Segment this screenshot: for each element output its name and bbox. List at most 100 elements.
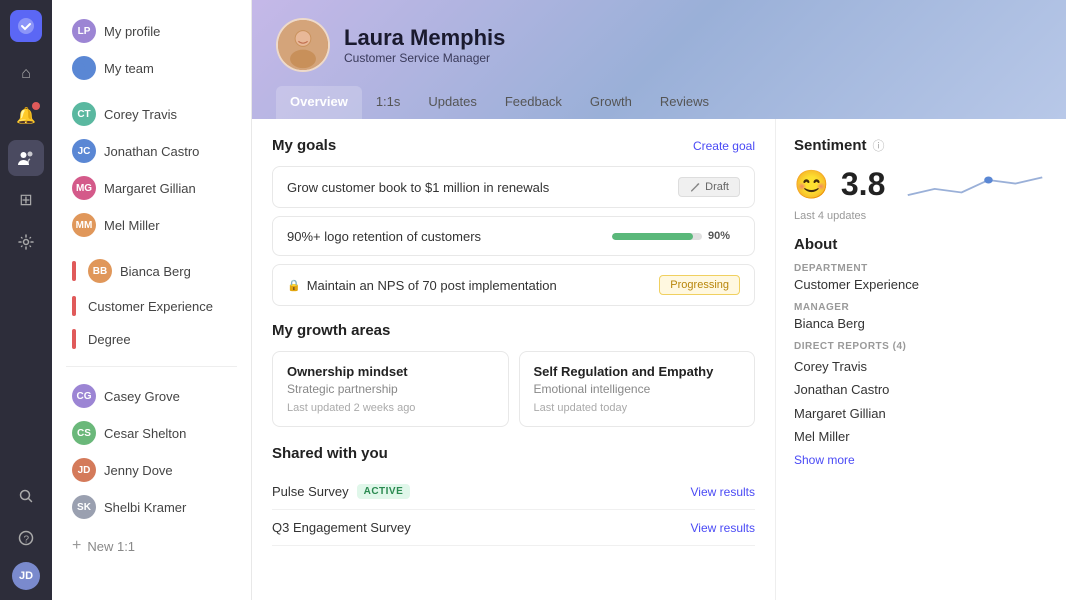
- profile-avatar: [276, 18, 330, 72]
- sidebar: LP My profile My team CT Corey Travis JC…: [52, 0, 252, 600]
- shelbi-kramer-label: Shelbi Kramer: [104, 500, 186, 515]
- sidebar-item-customer-experience[interactable]: Customer Experience: [58, 290, 245, 322]
- goal-text-nps: Maintain an NPS of 70 post implementatio…: [307, 278, 660, 293]
- direct-reports-label: DIRECT REPORTS (4): [794, 341, 1048, 352]
- show-more-button[interactable]: Show more: [794, 453, 855, 467]
- jonathan-castro-avatar: JC: [72, 139, 96, 163]
- jenny-dove-label: Jenny Dove: [104, 463, 173, 478]
- plus-icon: +: [72, 537, 81, 555]
- user-avatar[interactable]: JD: [12, 562, 40, 590]
- profile-card: Laura Memphis Customer Service Manager O…: [252, 0, 1066, 119]
- tab-overview[interactable]: Overview: [276, 86, 362, 119]
- progress-fill: [612, 233, 693, 240]
- cesar-shelton-avatar: CS: [72, 421, 96, 445]
- tab-11s[interactable]: 1:1s: [362, 86, 415, 119]
- goal-text-renewals: Grow customer book to $1 million in rene…: [287, 180, 678, 195]
- goals-title: My goals: [272, 137, 336, 154]
- sidebar-divider: [66, 366, 237, 367]
- tab-feedback[interactable]: Feedback: [491, 86, 576, 119]
- new-one-on-one-button[interactable]: + New 1:1: [58, 531, 245, 561]
- casey-grove-label: Casey Grove: [104, 389, 180, 404]
- sidebar-item-cesar-shelton[interactable]: CS Cesar Shelton: [58, 415, 245, 451]
- sidebar-item-shelbi-kramer[interactable]: SK Shelbi Kramer: [58, 489, 245, 525]
- draft-icon: [689, 181, 701, 193]
- corey-travis-label: Corey Travis: [104, 107, 177, 122]
- goal-text-retention: 90%+ logo retention of customers: [287, 229, 602, 244]
- growth-card-empathy-sub: Emotional intelligence: [534, 382, 741, 396]
- lock-icon: 🔒: [287, 279, 301, 292]
- growth-card-empathy-title: Self Regulation and Empathy: [534, 364, 741, 379]
- goal-badge-draft: Draft: [678, 177, 740, 197]
- sidebar-item-bianca-berg[interactable]: BB Bianca Berg: [58, 253, 245, 289]
- icon-bar-bottom: ? JD: [8, 478, 44, 590]
- my-team-avatar: [72, 56, 96, 80]
- growth-card-empathy-updated: Last updated today: [534, 402, 741, 414]
- growth-card-ownership[interactable]: Ownership mindset Strategic partnership …: [272, 351, 509, 427]
- create-goal-button[interactable]: Create goal: [693, 139, 755, 153]
- sidebar-item-corey-travis[interactable]: CT Corey Travis: [58, 96, 245, 132]
- main-panel: Laura Memphis Customer Service Manager O…: [252, 0, 1066, 600]
- notification-nav-icon[interactable]: 🔔: [8, 98, 44, 134]
- degree-label: Degree: [88, 332, 131, 347]
- content-main: My goals Create goal Grow customer book …: [252, 119, 776, 600]
- shelbi-kramer-avatar: SK: [72, 495, 96, 519]
- pulse-survey-label: Pulse Survey: [272, 484, 349, 499]
- sidebar-groups-section: BB Bianca Berg Customer Experience Degre…: [52, 248, 251, 360]
- tab-reviews[interactable]: Reviews: [646, 86, 723, 119]
- sidebar-item-jenny-dove[interactable]: JD Jenny Dove: [58, 452, 245, 488]
- shared-item-q3: Q3 Engagement Survey View results: [272, 510, 755, 546]
- people-nav-icon[interactable]: [8, 140, 44, 176]
- app-logo[interactable]: [10, 10, 42, 42]
- cesar-shelton-label: Cesar Shelton: [104, 426, 186, 441]
- growth-grid: Ownership mindset Strategic partnership …: [272, 351, 755, 427]
- shared-item-q3-left: Q3 Engagement Survey: [272, 520, 411, 535]
- sidebar-item-my-team[interactable]: My team: [58, 50, 245, 86]
- sidebar-item-degree[interactable]: Degree: [58, 323, 245, 355]
- shared-item-pulse-left: Pulse Survey ACTIVE: [272, 484, 410, 499]
- settings-nav-icon[interactable]: [8, 224, 44, 260]
- sidebar-others-section: CG Casey Grove CS Cesar Shelton JD Jenny…: [52, 373, 251, 530]
- sentiment-score-row: 😊 3.8: [794, 164, 1048, 204]
- sidebar-item-jonathan-castro[interactable]: JC Jonathan Castro: [58, 133, 245, 169]
- sidebar-my-profile-section: LP My profile My team: [52, 8, 251, 91]
- department-label: DEPARTMENT: [794, 263, 1048, 274]
- sidebar-item-margaret-gillian[interactable]: MG Margaret Gillian: [58, 170, 245, 206]
- content-side: Sentiment ⓘ 😊 3.8 Last 4 updates About D…: [776, 119, 1066, 600]
- bianca-berg-avatar: BB: [88, 259, 112, 283]
- growth-card-empathy[interactable]: Self Regulation and Empathy Emotional in…: [519, 351, 756, 427]
- tab-updates[interactable]: Updates: [414, 86, 490, 119]
- goal-item-nps: 🔒 Maintain an NPS of 70 post implementat…: [272, 264, 755, 306]
- grid-nav-icon[interactable]: ⊞: [8, 182, 44, 218]
- search-bottom-icon[interactable]: [8, 478, 44, 514]
- margaret-gillian-label: Margaret Gillian: [104, 181, 196, 196]
- sidebar-item-my-profile[interactable]: LP My profile: [58, 13, 245, 49]
- pulse-active-badge: ACTIVE: [357, 484, 411, 499]
- view-results-q3[interactable]: View results: [691, 521, 755, 535]
- home-nav-icon[interactable]: ⌂: [8, 56, 44, 92]
- shared-title: Shared with you: [272, 445, 388, 462]
- profile-info: Laura Memphis Customer Service Manager: [344, 25, 505, 65]
- profile-avatar-img: [278, 20, 328, 70]
- my-profile-avatar: LP: [72, 19, 96, 43]
- growth-card-ownership-title: Ownership mindset: [287, 364, 494, 379]
- shared-item-pulse: Pulse Survey ACTIVE View results: [272, 474, 755, 510]
- mel-miller-label: Mel Miller: [104, 218, 160, 233]
- view-results-pulse[interactable]: View results: [691, 485, 755, 499]
- info-icon[interactable]: ⓘ: [873, 137, 885, 154]
- sentiment-updates: Last 4 updates: [794, 210, 1048, 222]
- sentiment-title: Sentiment: [794, 137, 867, 154]
- goal-item-retention: 90%+ logo retention of customers 90%: [272, 216, 755, 256]
- help-bottom-icon[interactable]: ?: [8, 520, 44, 556]
- growth-card-ownership-updated: Last updated 2 weeks ago: [287, 402, 494, 414]
- sentiment-emoji: 😊: [794, 168, 829, 201]
- goal-progress-container: 90%: [602, 227, 740, 245]
- tab-growth[interactable]: Growth: [576, 86, 646, 119]
- profile-tabs: Overview 1:1s Updates Feedback Growth Re…: [276, 86, 1042, 119]
- about-title: About: [794, 236, 1048, 253]
- progress-label: 90%: [708, 230, 730, 242]
- profile-name: Laura Memphis: [344, 25, 505, 51]
- sidebar-direct-reports-section: CT Corey Travis JC Jonathan Castro MG Ma…: [52, 91, 251, 248]
- sidebar-item-mel-miller[interactable]: MM Mel Miller: [58, 207, 245, 243]
- customer-experience-label: Customer Experience: [88, 299, 213, 314]
- sidebar-item-casey-grove[interactable]: CG Casey Grove: [58, 378, 245, 414]
